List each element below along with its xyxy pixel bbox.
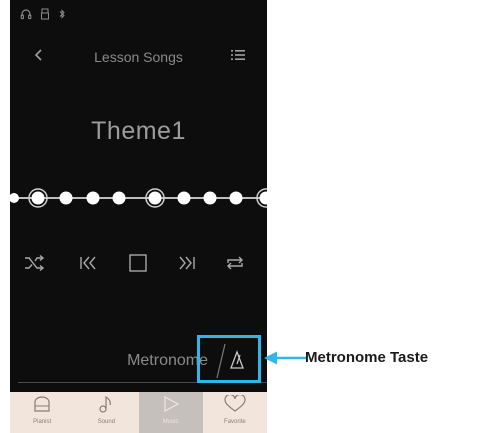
- skip-forward-icon: [177, 255, 197, 276]
- skip-forward-button[interactable]: [172, 250, 202, 280]
- song-list-button[interactable]: [227, 46, 249, 68]
- song-progress[interactable]: [10, 180, 267, 216]
- usb-icon: [40, 8, 50, 20]
- playback-controls: [10, 250, 267, 280]
- phone-screen: Lesson Songs Theme1 Metronome Pianist So…: [10, 0, 267, 433]
- metronome-underline: [18, 382, 267, 383]
- play-icon: [161, 395, 181, 418]
- callout-arrow: [264, 351, 306, 365]
- tab-label: Music: [162, 419, 179, 425]
- metronome-icon: [216, 343, 244, 379]
- stop-icon: [129, 253, 147, 277]
- piano-icon: [32, 395, 52, 418]
- tab-label: Pianist: [33, 419, 52, 425]
- song-title: Theme1: [91, 117, 186, 145]
- repeat-icon: [225, 255, 245, 276]
- skip-back-button[interactable]: [73, 250, 103, 280]
- metronome-label: Metronome: [127, 352, 208, 369]
- shuffle-icon: [24, 254, 46, 276]
- status-bar: [20, 6, 66, 22]
- bluetooth-icon: [58, 8, 66, 20]
- tab-pianist[interactable]: Pianist: [10, 392, 74, 433]
- tab-label: Favorite: [224, 419, 246, 425]
- metronome-button[interactable]: [215, 340, 259, 380]
- callout-label: Metronome Taste: [305, 349, 429, 366]
- heart-icon: [224, 393, 246, 418]
- header: Lesson Songs: [10, 40, 267, 74]
- repeat-button[interactable]: [220, 250, 250, 280]
- skip-back-icon: [78, 255, 98, 276]
- tab-bar: Pianist Sound Music Favorite: [10, 392, 267, 433]
- headphones-icon: [20, 8, 32, 20]
- metronome-row: Metronome: [18, 340, 267, 384]
- music-note-icon: [96, 395, 116, 418]
- shuffle-button[interactable]: [20, 250, 50, 280]
- tab-sound[interactable]: Sound: [74, 392, 138, 433]
- stop-button[interactable]: [123, 250, 153, 280]
- list-icon: [231, 48, 245, 66]
- tab-favorite[interactable]: Favorite: [203, 392, 267, 433]
- tab-music[interactable]: Music: [138, 392, 203, 433]
- tab-label: Sound: [97, 419, 116, 425]
